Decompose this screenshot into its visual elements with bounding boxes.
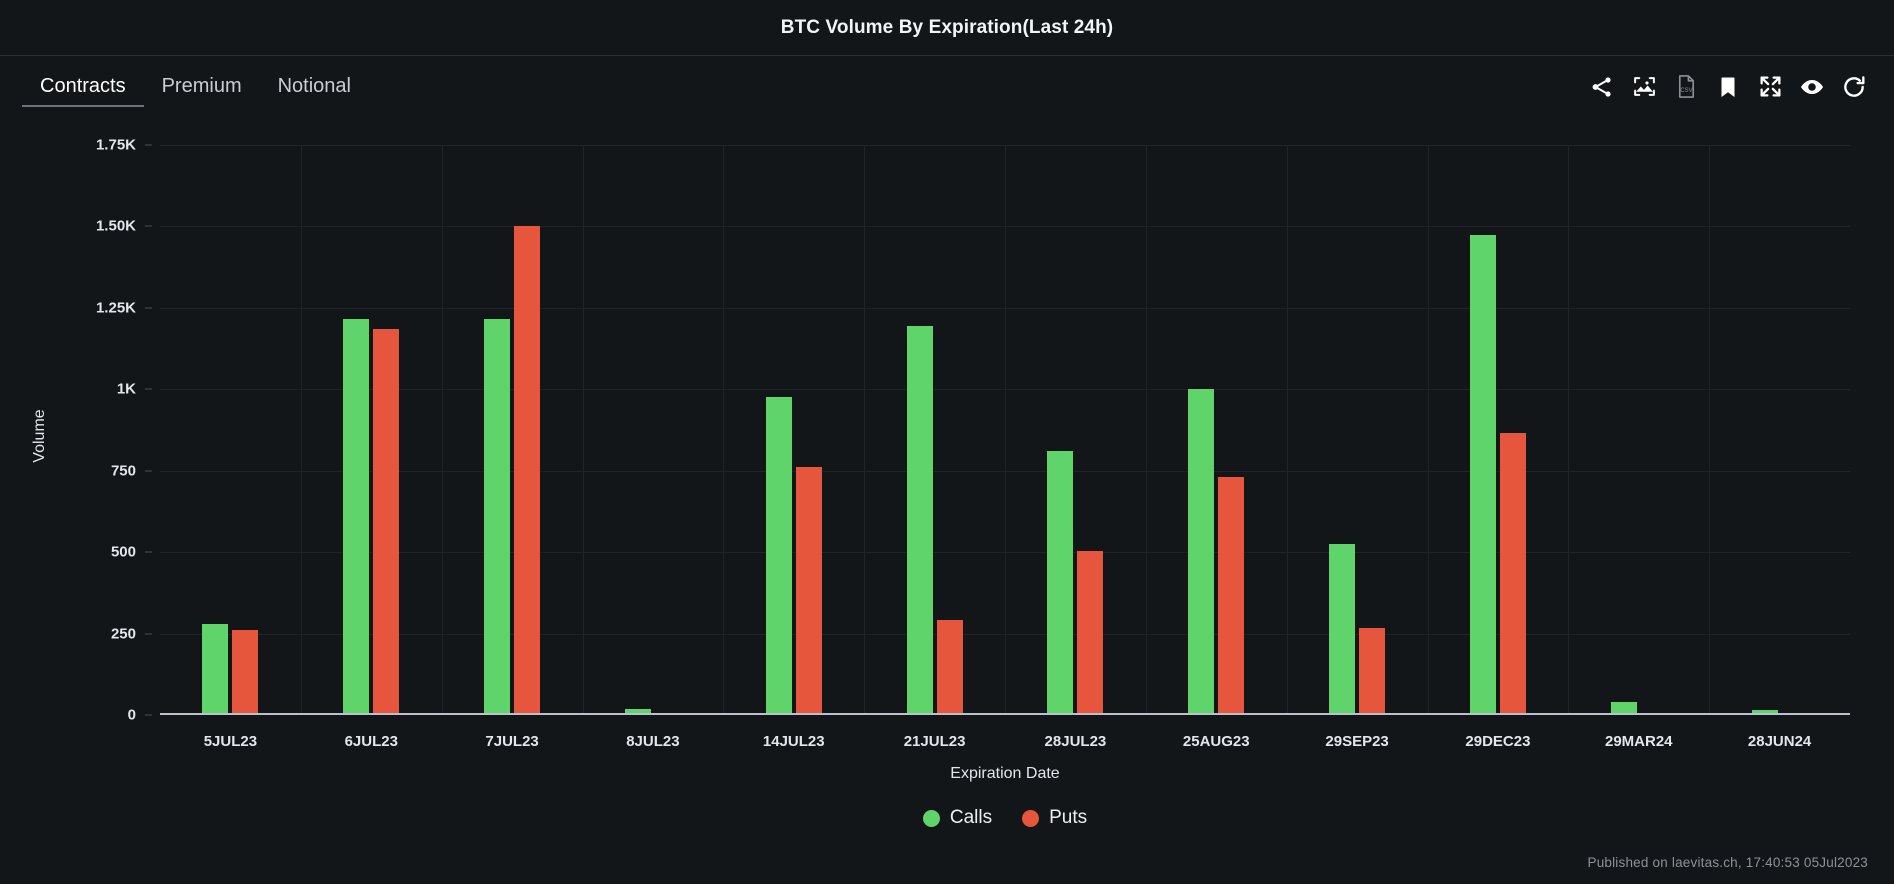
bar-calls[interactable] [1047, 451, 1074, 715]
bookmark-icon[interactable] [1714, 73, 1742, 101]
refresh-icon[interactable] [1840, 73, 1868, 101]
bar-puts[interactable] [232, 629, 259, 715]
bar-puts[interactable] [795, 467, 822, 715]
bar-group[interactable] [864, 145, 1005, 715]
x-axis-tick-label: 28JUN24 [1747, 733, 1812, 750]
y-axis-tick [145, 144, 152, 146]
tab-premium[interactable]: Premium [144, 56, 260, 117]
y-axis-tick-label: 1K [116, 380, 136, 398]
image-export-icon[interactable] [1630, 73, 1658, 101]
bar-group[interactable] [1287, 145, 1428, 715]
page-title: BTC Volume By Expiration(Last 24h) [0, 0, 1894, 55]
bar-puts[interactable] [514, 226, 541, 715]
bar-calls[interactable] [906, 325, 933, 715]
fullscreen-icon[interactable] [1756, 73, 1784, 101]
csv-export-icon[interactable]: CSV [1672, 73, 1700, 101]
x-axis-tick-label: 25AUG23 [1182, 733, 1250, 750]
eye-icon[interactable] [1798, 73, 1826, 101]
y-axis-tick [145, 470, 152, 472]
bar-calls[interactable] [1329, 544, 1356, 715]
chart-container: Volume 0 250 500 750 1K 1.25K 1.50K 1.75K 5JUL2… [0, 117, 1894, 828]
bar-puts[interactable] [1359, 627, 1386, 715]
x-axis-tick-label: 29DEC23 [1465, 733, 1531, 750]
y-axis-tick-label: 500 [110, 543, 136, 561]
y-axis-tick [145, 633, 152, 635]
toolbar: Contracts Premium Notional CSV [0, 55, 1894, 117]
legend-dot-calls [922, 809, 940, 827]
y-axis-tick-label: 750 [110, 462, 136, 480]
plot-area [160, 145, 1850, 715]
bar-group[interactable] [1709, 145, 1850, 715]
y-axis-tick-label: 1.25K [95, 299, 136, 317]
y-axis-tick [145, 714, 152, 716]
x-axis-tick-label: 5JUL23 [203, 733, 258, 750]
legend-dot-puts [1022, 809, 1040, 827]
share-icon[interactable] [1588, 73, 1616, 101]
bar-group[interactable] [1146, 145, 1287, 715]
tab-contracts-label: Contracts [40, 75, 126, 97]
bar-calls[interactable] [202, 623, 229, 715]
published-note: Published on laevitas.ch, 17:40:53 05Jul… [1587, 855, 1868, 870]
x-axis-tick-label: 8JUL23 [626, 733, 680, 750]
bar-group[interactable] [1568, 145, 1709, 715]
x-axis-tick-label: 21JUL23 [903, 733, 966, 750]
bar-group[interactable] [301, 145, 442, 715]
tab-notional[interactable]: Notional [260, 56, 369, 117]
bar-group[interactable] [442, 145, 583, 715]
svg-text:CSV: CSV [1680, 88, 1692, 94]
bar-group[interactable] [583, 145, 724, 715]
bar-puts[interactable] [936, 619, 963, 715]
bar-puts[interactable] [1077, 550, 1104, 715]
bar-calls[interactable] [484, 319, 511, 715]
y-axis-tick-label: 1.50K [95, 217, 136, 235]
bar-calls[interactable] [765, 397, 792, 715]
x-axis: 5JUL23 6JUL23 7JUL23 8JUL23 14JUL23 21JUL23 28… [160, 733, 1850, 761]
y-axis: 0 250 500 750 1K 1.25K 1.50K 1.75K [0, 137, 152, 724]
tab-contracts[interactable]: Contracts [22, 56, 144, 117]
tab-premium-label: Premium [161, 75, 242, 97]
legend-item-puts[interactable]: Puts [1022, 807, 1087, 829]
legend-label-calls: Calls [949, 807, 993, 828]
bar-puts[interactable] [1218, 477, 1245, 715]
page-title-text: BTC Volume By Expiration(Last 24h) [780, 16, 1114, 38]
y-axis-tick [145, 225, 152, 227]
bar-group[interactable] [723, 145, 864, 715]
bar-calls[interactable] [1188, 389, 1215, 715]
bar-group[interactable] [1005, 145, 1146, 715]
y-axis-tick [145, 551, 152, 553]
bar-series [160, 145, 1850, 715]
bar-puts[interactable] [1499, 433, 1526, 715]
tab-notional-label: Notional [277, 75, 351, 97]
y-axis-tick [145, 307, 152, 309]
x-axis-tick-label: 7JUL23 [485, 733, 539, 750]
bar-puts[interactable] [373, 329, 400, 715]
x-axis-title: Expiration Date [950, 765, 1060, 782]
x-axis-tick-label: 29SEP23 [1325, 733, 1389, 750]
x-axis-tick-label: 14JUL23 [762, 733, 825, 750]
legend-item-calls[interactable]: Calls [922, 807, 993, 829]
y-axis-tick [145, 388, 152, 390]
bar-group[interactable] [1428, 145, 1569, 715]
tab-bar: Contracts Premium Notional [0, 56, 369, 117]
bar-group[interactable] [160, 145, 301, 715]
bar-calls[interactable] [1469, 234, 1496, 715]
toolbar-icons: CSV [1588, 73, 1868, 101]
legend-label-puts: Puts [1049, 807, 1088, 828]
x-axis-tick-label: 29MAR24 [1604, 733, 1673, 750]
chart-widget: BTC Volume By Expiration(Last 24h) Contr… [0, 0, 1894, 884]
legend: Calls Puts [160, 807, 1850, 829]
y-axis-tick-label: 250 [110, 625, 136, 643]
y-axis-tick-label: 0 [127, 706, 136, 724]
y-axis-tick-label: 1.75K [95, 136, 136, 154]
bar-calls[interactable] [343, 319, 370, 715]
x-axis-tick-label: 6JUL23 [344, 733, 398, 750]
x-axis-tick-label: 28JUL23 [1044, 733, 1107, 750]
x-axis-line [160, 713, 1850, 715]
